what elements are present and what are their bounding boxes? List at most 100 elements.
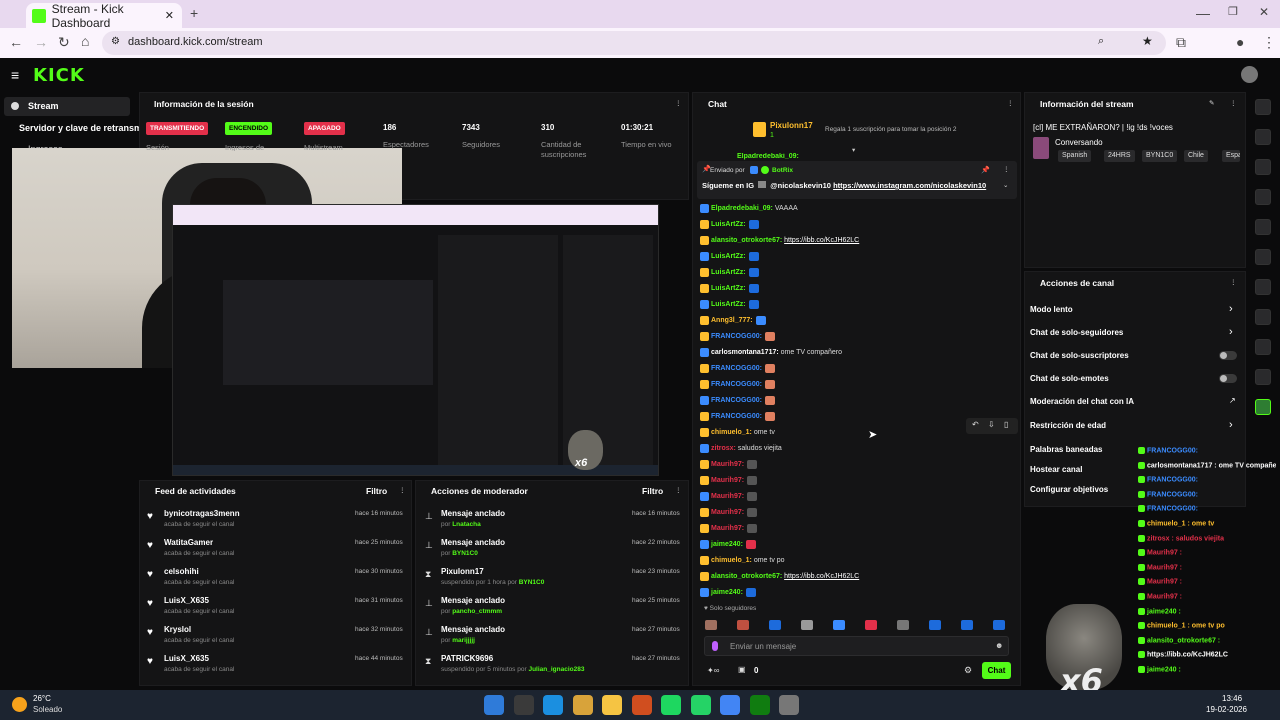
nav-item-stream[interactable]: Stream — [4, 97, 130, 116]
emote-shortcut-icon[interactable] — [833, 620, 845, 630]
activity-user[interactable]: LuisX_X635 — [164, 654, 209, 663]
panel-menu-icon[interactable]: ⋮ — [675, 99, 682, 107]
bookmark-star-icon[interactable]: ★ — [1142, 34, 1153, 48]
chat-username[interactable]: LuisArtZz: — [711, 269, 746, 276]
stream-tag[interactable]: 24HRS — [1104, 150, 1135, 162]
chat-menu-icon[interactable]: ⋮ — [1007, 99, 1014, 107]
tools-icon[interactable] — [1255, 339, 1271, 355]
reload-icon[interactable]: ↻ — [58, 34, 70, 51]
home-icon[interactable]: ⌂ — [81, 33, 89, 49]
chevron-right-icon[interactable]: › — [1229, 419, 1233, 431]
chat-message[interactable]: LuisArtZz: — [700, 217, 1015, 233]
share-icon[interactable] — [1255, 369, 1271, 385]
chat-message[interactable]: jaime240: — [700, 585, 1015, 601]
back-icon[interactable]: ← — [9, 34, 23, 50]
chat-message[interactable]: chimuelo_1: ome tv po — [700, 553, 1015, 569]
emote-shortcut-icon[interactable] — [705, 620, 717, 630]
chat-username[interactable]: alansito_otrokorte67: — [711, 573, 782, 580]
channel-action-label[interactable]: Configurar objetivos — [1030, 485, 1108, 494]
stream-info-menu-icon[interactable]: ⋮ — [1230, 99, 1237, 107]
channel-action-label[interactable]: Restricción de edad — [1030, 421, 1106, 430]
chat-username[interactable]: LuisArtZz: — [711, 301, 746, 308]
toggle-switch[interactable] — [1219, 351, 1237, 360]
chat-username[interactable]: LuisArtZz: — [711, 253, 746, 260]
chat-username[interactable]: FRANCOGG00: — [711, 333, 762, 340]
emote-shortcut-icon[interactable] — [929, 620, 941, 630]
layout-icon[interactable] — [1255, 309, 1271, 325]
chat-text[interactable]: https://ibb.co/KcJH62LC — [784, 237, 859, 244]
activity-user[interactable]: WatitaGamer — [164, 538, 213, 547]
chat-username[interactable]: carlosmontana1717: — [711, 349, 779, 356]
chat-message[interactable]: FRANCOGG00: — [700, 329, 1015, 345]
toggle-switch[interactable] — [1219, 374, 1237, 383]
chrome-icon[interactable] — [720, 695, 740, 715]
chat-username[interactable]: FRANCOGG00: — [711, 413, 762, 420]
new-tab-icon[interactable]: + — [190, 5, 198, 21]
profile-icon[interactable]: ● — [1236, 34, 1244, 50]
chat-username[interactable]: chimuelo_1: — [711, 429, 752, 436]
start-icon[interactable] — [484, 695, 504, 715]
chat-message[interactable]: LuisArtZz: — [700, 249, 1015, 265]
activity-user[interactable]: Kryslol — [164, 625, 191, 634]
site-info-icon[interactable]: ⚙ — [111, 36, 120, 47]
chat-username[interactable]: jaime240: — [711, 541, 743, 548]
chat-username[interactable]: Maurih97: — [711, 525, 744, 532]
emote-shortcut-icon[interactable] — [961, 620, 973, 630]
channel-action-label[interactable]: Palabras baneadas — [1030, 445, 1102, 454]
stream-tag[interactable]: Spanish — [1058, 150, 1092, 162]
mod-action-who[interactable]: pancho_ctmmm — [452, 608, 502, 615]
channel-action-label[interactable]: Chat de solo-emotes — [1030, 374, 1109, 383]
channel-action-label[interactable]: Chat de solo-seguidores — [1030, 328, 1123, 337]
chat-text[interactable]: https://ibb.co/KcJH62LC — [784, 573, 859, 580]
obs-icon[interactable] — [779, 695, 799, 715]
menu-dots-icon[interactable]: ⋮ — [1262, 34, 1276, 51]
chat-message[interactable]: alansito_otrokorte67: https://ibb.co/KcJ… — [700, 233, 1015, 249]
chat-message[interactable]: Maurih97: — [700, 473, 1015, 489]
chat-username[interactable]: Maurih97: — [711, 509, 744, 516]
green-app-icon[interactable] — [1255, 399, 1271, 415]
flash-icon[interactable] — [1255, 189, 1271, 205]
pinned-expand-icon[interactable]: ⌄ — [1003, 181, 1008, 189]
chat-message[interactable]: FRANCOGG00: — [700, 409, 1015, 425]
broadcast-icon[interactable] — [1255, 279, 1271, 295]
chat-username[interactable]: jaime240: — [711, 589, 743, 596]
stream-tag[interactable]: Españo — [1222, 150, 1240, 162]
gift-sub-prompt[interactable]: Regala 1 suscripción para tomar la posic… — [825, 126, 957, 133]
chat-username[interactable]: zitrosx: — [711, 445, 736, 452]
notes-icon[interactable] — [1255, 219, 1271, 235]
chat-username[interactable]: LuisArtZz: — [711, 285, 746, 292]
channel-points-icon[interactable]: ✦∞ — [707, 666, 719, 675]
chat-message[interactable]: LuisArtZz: — [700, 265, 1015, 281]
chat-username[interactable]: FRANCOGG00: — [711, 397, 762, 404]
kick-logo[interactable]: KICK — [33, 65, 85, 86]
mod-menu-icon[interactable]: ⋮ — [675, 486, 682, 494]
store-icon[interactable] — [572, 695, 593, 715]
chat-message[interactable]: jaime240: — [700, 537, 1015, 553]
chat-message[interactable]: FRANCOGG00: — [700, 377, 1015, 393]
emote-shortcut-icon[interactable] — [769, 620, 781, 630]
mod-action-who[interactable]: marijjjjj — [452, 637, 475, 644]
chat-message[interactable]: Maurih97: — [700, 521, 1015, 537]
external-link-icon[interactable]: ↗ — [1229, 396, 1236, 405]
chat-message[interactable]: Maurih97: — [700, 505, 1015, 521]
chat-input[interactable]: Enviar un mensaje ☻ — [704, 636, 1009, 656]
xbox-icon[interactable] — [749, 695, 770, 715]
chat-message[interactable]: LuisArtZz: — [700, 281, 1015, 297]
chat-username[interactable]: Maurih97: — [711, 493, 744, 500]
files-icon[interactable] — [602, 695, 622, 715]
chevron-right-icon[interactable]: › — [1229, 326, 1233, 338]
chat-icon[interactable] — [1255, 249, 1271, 265]
channel-action-label[interactable]: Chat de solo-suscriptores — [1030, 351, 1129, 360]
mod-filter-button[interactable]: Filtro — [642, 486, 663, 496]
emote-shortcut-icon[interactable] — [993, 620, 1005, 630]
edit-stream-icon[interactable]: ✎ — [1209, 99, 1214, 107]
chat-message[interactable]: chimuelo_1: ome tv — [700, 425, 1015, 441]
spotify-icon[interactable] — [661, 695, 681, 715]
pinned-bot-name[interactable]: BotRix — [772, 167, 793, 174]
chat-message[interactable]: FRANCOGG00: — [700, 361, 1015, 377]
chat-message[interactable]: Maurih97: — [700, 489, 1015, 505]
chat-message[interactable]: LuisArtZz: — [700, 297, 1015, 313]
whatsapp-icon[interactable] — [690, 695, 711, 715]
stream-tag[interactable]: Chile — [1184, 150, 1208, 162]
chat-username[interactable]: Maurih97: — [711, 477, 744, 484]
